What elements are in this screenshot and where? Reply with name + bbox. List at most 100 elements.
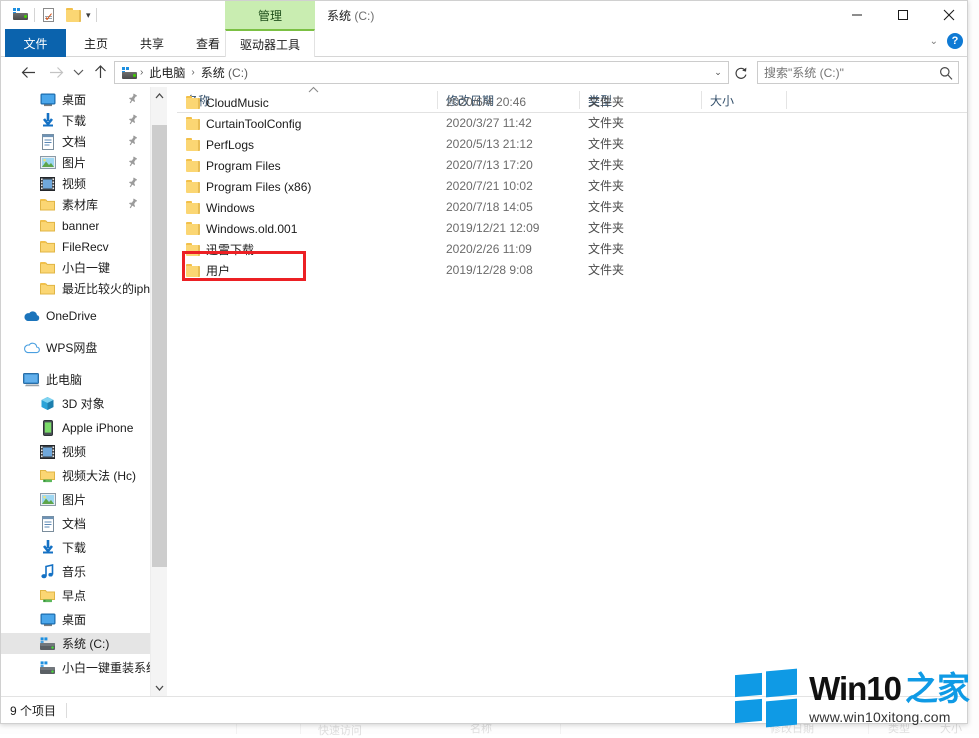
sidebar-item-5[interactable]: 素材库 [1,194,150,215]
sidebar-item-7[interactable]: FileRecv [1,236,150,257]
tab-file[interactable]: 文件 [5,29,66,57]
file-name-cell[interactable]: CurtainToolConfig [186,113,301,134]
table-row[interactable]: PerfLogs2020/5/13 21:12文件夹 [177,134,967,155]
sidebar-item-12[interactable]: 此电脑 [1,369,150,390]
new-folder-icon[interactable] [65,7,83,23]
status-item-count: 9 个项目 [1,702,56,719]
chevron-down-icon[interactable]: ⌄ [930,36,938,47]
file-name-cell[interactable]: CloudMusic [186,92,269,113]
sidebar-item-3[interactable]: 图片 [1,152,150,173]
customize-qat-caret[interactable]: ▾ [86,10,91,21]
sidebar-item-8[interactable]: 小白一键 [1,257,150,278]
breadcrumb-item-thispc[interactable]: 此电脑 [146,64,188,81]
search-input[interactable] [758,66,934,80]
pin-icon[interactable] [124,91,140,108]
address-bar[interactable]: › 此电脑 › 系统 (C:) ⌄ [114,61,729,84]
sidebar-item-label: 图片 [62,491,86,508]
sidebar-item-14[interactable]: Apple iPhone [1,417,150,438]
address-dropdown-caret[interactable]: ⌄ [708,67,728,78]
tab-share[interactable]: 共享 [125,29,179,57]
sidebar-item-17[interactable]: 图片 [1,489,150,510]
table-row[interactable]: Program Files2020/7/13 17:20文件夹 [177,155,967,176]
table-row[interactable]: Windows.old.0012019/12/21 12:09文件夹 [177,218,967,239]
sidebar-item-23[interactable]: 系统 (C:) [1,633,150,654]
table-row[interactable]: CurtainToolConfig2020/3/27 11:42文件夹 [177,113,967,134]
desktop-icon [39,612,56,628]
breadcrumb-item-drive[interactable]: 系统 (C:) [198,64,251,81]
file-name-cell[interactable]: PerfLogs [186,134,254,155]
sidebar-item-label: 文档 [62,515,86,532]
sidebar-item-label: 下载 [62,112,86,129]
pictures-icon [39,492,56,508]
netfolder-icon [39,468,56,484]
up-button[interactable] [89,61,111,83]
pin-icon[interactable] [124,154,140,171]
search-icon[interactable] [934,66,958,80]
recent-locations-button[interactable] [67,61,89,83]
table-row[interactable]: Windows2020/7/18 14:05文件夹 [177,197,967,218]
table-row[interactable]: Program Files (x86)2020/7/21 10:02文件夹 [177,176,967,197]
toolbar-divider-2 [96,8,97,22]
sidebar-item-6[interactable]: banner [1,215,150,236]
ribbon-right-controls: ⌄ ? [930,33,963,49]
sidebar-item-21[interactable]: 早点 [1,585,150,606]
pin-icon[interactable] [124,112,140,129]
sidebar-item-9[interactable]: 最近比较火的iph [1,278,150,299]
scrollbar-thumb[interactable] [152,125,167,567]
file-name-cell[interactable]: Program Files [186,155,281,176]
sidebar-item-20[interactable]: 音乐 [1,561,150,582]
table-row[interactable]: CloudMusic2020/6/4 20:46文件夹 [177,92,967,113]
search-box[interactable] [757,61,959,84]
file-name-cell[interactable]: Windows.old.001 [186,218,297,239]
sidebar-item-label: 桌面 [62,91,86,108]
sidebar-item-10[interactable]: OneDrive [1,305,150,326]
drive-icon[interactable] [11,7,29,23]
sidebar-item-2[interactable]: 文档 [1,131,150,152]
sidebar-item-15[interactable]: 视频 [1,441,150,462]
sidebar-item-24[interactable]: 小白一键重装系统 [1,657,150,678]
sidebar-item-13[interactable]: 3D 对象 [1,393,150,414]
sidebar-item-19[interactable]: 下载 [1,537,150,558]
sidebar-item-22[interactable]: 桌面 [1,609,150,630]
minimize-button[interactable] [834,1,880,29]
contextual-tab-header[interactable]: 管理 [225,1,315,29]
close-button[interactable] [926,1,968,29]
maximize-button[interactable] [880,1,926,29]
sidebar-item-11[interactable]: WPS网盘 [1,337,150,358]
desktop-icon [39,92,56,108]
properties-icon[interactable]: ✓ [42,7,60,23]
watermark: Win10之家 www.win10xitong.com [735,670,969,726]
folder-icon [39,281,56,297]
sidebar-item-1[interactable]: 下载 [1,110,150,131]
navigation-scrollbar[interactable] [150,87,167,696]
address-bar-row: › 此电脑 › 系统 (C:) ⌄ [1,57,967,87]
sidebar-item-0[interactable]: 桌面 [1,89,150,110]
pin-icon[interactable] [124,133,140,150]
pin-icon[interactable] [124,196,140,213]
sidebar-item-16[interactable]: 视频大法 (Hc) [1,465,150,486]
tab-home[interactable]: 主页 [69,29,123,57]
tab-drive-tools[interactable]: 驱动器工具 [225,29,315,57]
sidebar-item-label: FileRecv [62,240,109,254]
sidebar-item-18[interactable]: 文档 [1,513,150,534]
file-date-cell: 2020/2/26 11:09 [446,239,532,260]
breadcrumb-separator-1[interactable]: › [137,67,146,78]
file-name-label: Windows [206,201,255,215]
back-button[interactable] [17,61,39,83]
window-title: 系统 (C:) [327,7,374,24]
scroll-down-arrow[interactable] [151,679,167,696]
file-date-cell: 2020/7/18 14:05 [446,197,533,218]
file-type-cell: 文件夹 [588,134,624,155]
pin-icon[interactable] [124,175,140,192]
sidebar-item-label: 视频 [62,175,86,192]
file-name-cell[interactable]: Windows [186,197,255,218]
drive-icon-breadcrumb[interactable] [120,66,137,80]
scroll-up-arrow[interactable] [151,87,167,104]
folder-icon [39,239,56,255]
file-name-cell[interactable]: Program Files (x86) [186,176,311,197]
breadcrumb-separator-2[interactable]: › [188,67,197,78]
sidebar-item-4[interactable]: 视频 [1,173,150,194]
refresh-icon[interactable] [730,61,752,84]
pane-splitter[interactable] [167,87,177,696]
help-icon[interactable]: ? [947,33,963,49]
